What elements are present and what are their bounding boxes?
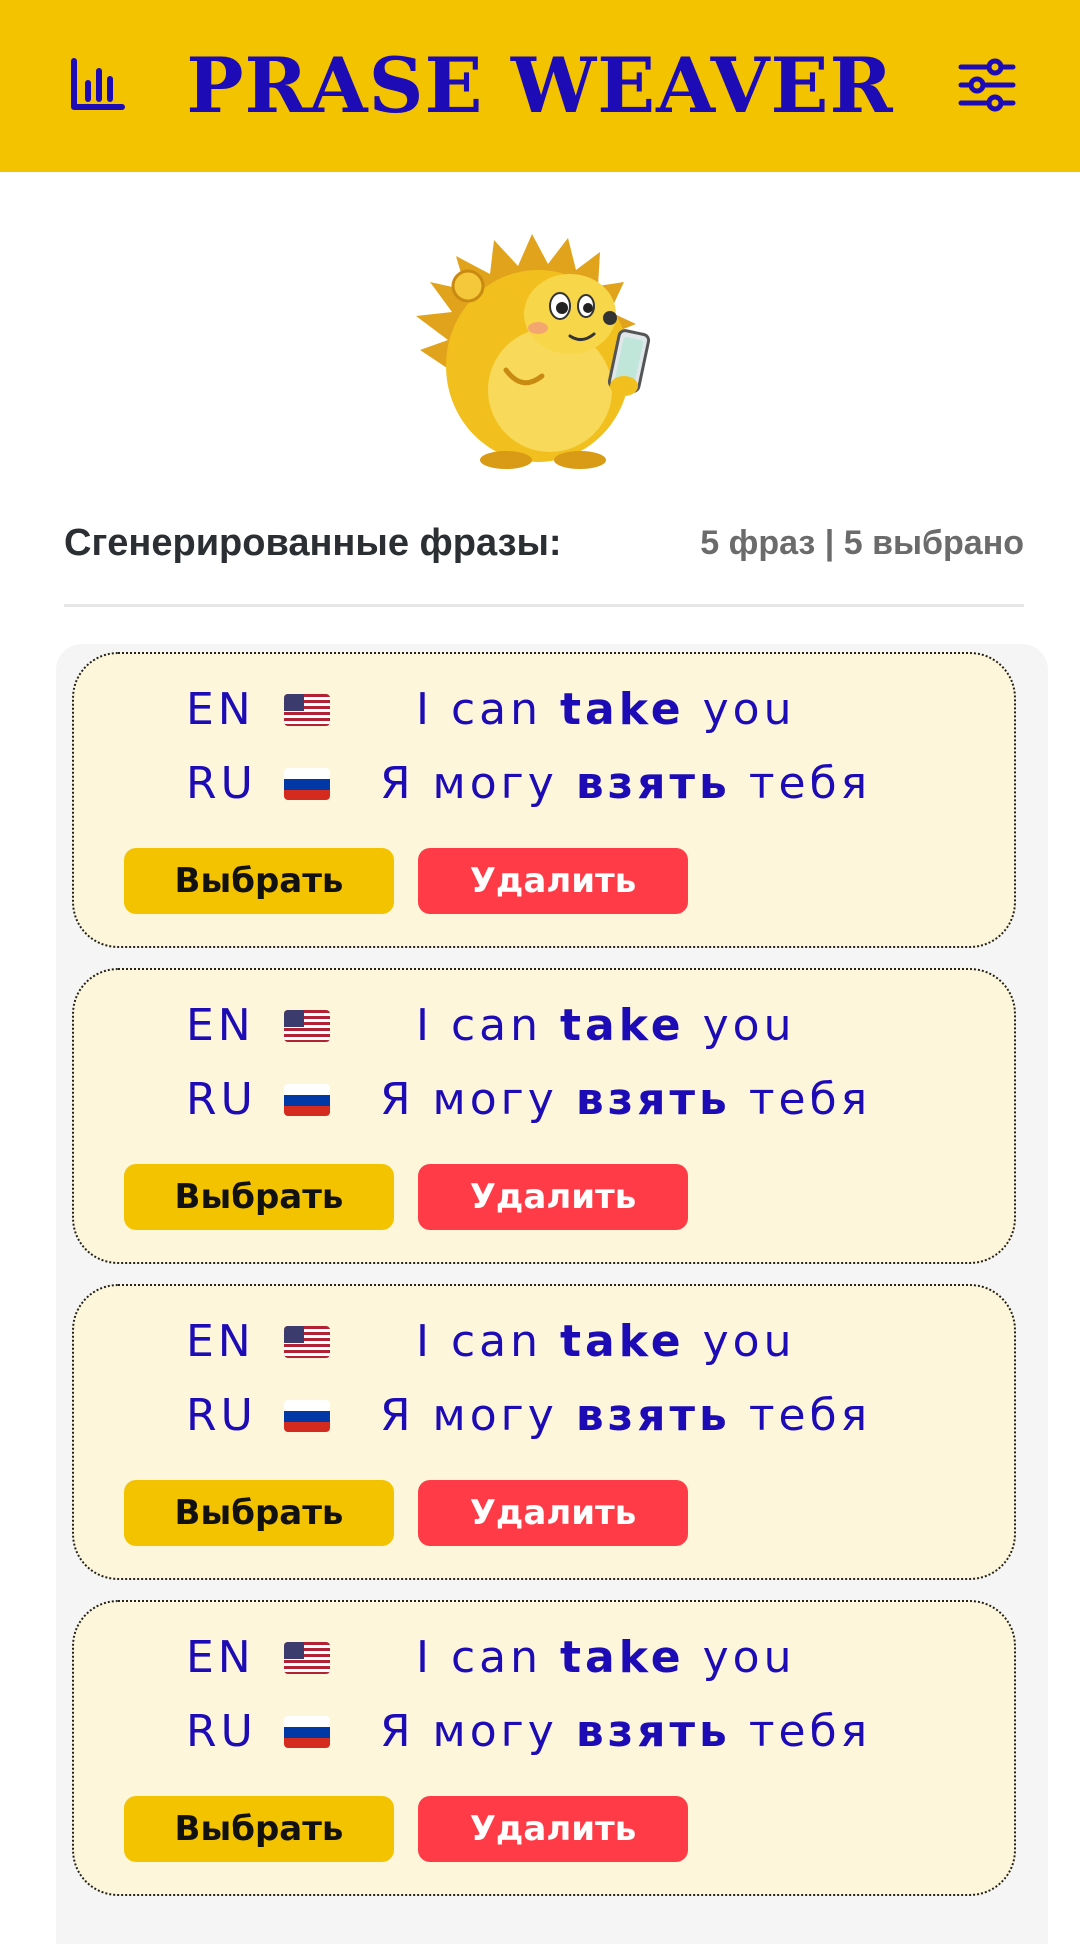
lang-code: EN xyxy=(186,1632,255,1683)
delete-button[interactable]: Удалить xyxy=(418,1480,688,1546)
russian-phrase: Я могу взять тебя xyxy=(380,758,872,809)
settings-button[interactable] xyxy=(950,48,1024,122)
english-phrase: I can take you xyxy=(416,1632,796,1683)
russian-phrase: Я могу взять тебя xyxy=(380,1074,872,1125)
english-phrase: I can take you xyxy=(416,1000,796,1051)
russian-phrase: Я могу взять тебя xyxy=(380,1390,872,1441)
us-flag-icon xyxy=(284,1326,330,1358)
russian-row: RU Я могу взять тебя xyxy=(74,1696,1018,1766)
lang-code: RU xyxy=(186,1706,257,1757)
generated-phrases-header: Сгенерированные фразы: 5 фраз | 5 выбран… xyxy=(64,512,1024,576)
phrase-card: EN I can take you RU Я могу взять тебя В… xyxy=(72,968,1016,1264)
app-header: PRASE WEAVER xyxy=(0,0,1080,172)
english-row: EN I can take you xyxy=(74,990,1018,1060)
english-phrase: I can take you xyxy=(416,684,796,735)
app-title: PRASE WEAVER xyxy=(186,41,894,130)
english-phrase: I can take you xyxy=(416,1316,796,1367)
keyword: take xyxy=(560,1000,685,1051)
english-row: EN I can take you xyxy=(74,1306,1018,1376)
russian-row: RU Я могу взять тебя xyxy=(74,748,1018,818)
delete-button[interactable]: Удалить xyxy=(418,1796,688,1862)
russian-row: RU Я могу взять тебя xyxy=(74,1064,1018,1134)
delete-button[interactable]: Удалить xyxy=(418,848,688,914)
select-button[interactable]: Выбрать xyxy=(124,1164,394,1230)
keyword: взять xyxy=(575,1390,731,1441)
ru-flag-icon xyxy=(284,1084,330,1116)
section-title: Сгенерированные фразы: xyxy=(64,522,562,564)
sliders-icon xyxy=(958,58,1016,112)
bar-chart-icon xyxy=(71,58,125,110)
phrase-count: 5 фраз | 5 выбрано xyxy=(700,524,1024,562)
us-flag-icon xyxy=(284,1010,330,1042)
hedgehog-mascot xyxy=(410,220,680,470)
phrase-card: EN I can take you RU Я могу взять тебя В… xyxy=(72,1600,1016,1896)
ru-flag-icon xyxy=(284,1716,330,1748)
hedgehog-icon xyxy=(416,234,651,469)
ru-flag-icon xyxy=(284,1400,330,1432)
stats-button[interactable] xyxy=(60,50,134,120)
lang-code: RU xyxy=(186,758,257,809)
keyword: взять xyxy=(575,758,731,809)
phrase-card: EN I can take you RU Я могу взять тебя В… xyxy=(72,652,1016,948)
keyword: take xyxy=(560,684,685,735)
lang-code: EN xyxy=(186,1000,255,1051)
delete-button[interactable]: Удалить xyxy=(418,1164,688,1230)
us-flag-icon xyxy=(284,1642,330,1674)
keyword: взять xyxy=(575,1706,731,1757)
phrase-card: EN I can take you RU Я могу взять тебя В… xyxy=(72,1284,1016,1580)
english-row: EN I can take you xyxy=(74,674,1018,744)
divider xyxy=(64,604,1024,607)
lang-code: RU xyxy=(186,1390,257,1441)
keyword: взять xyxy=(575,1074,731,1125)
select-button[interactable]: Выбрать xyxy=(124,1480,394,1546)
keyword: take xyxy=(560,1632,685,1683)
russian-row: RU Я могу взять тебя xyxy=(74,1380,1018,1450)
select-button[interactable]: Выбрать xyxy=(124,1796,394,1862)
keyword: take xyxy=(560,1316,685,1367)
select-button[interactable]: Выбрать xyxy=(124,848,394,914)
lang-code: RU xyxy=(186,1074,257,1125)
ru-flag-icon xyxy=(284,768,330,800)
us-flag-icon xyxy=(284,694,330,726)
lang-code: EN xyxy=(186,1316,255,1367)
lang-code: EN xyxy=(186,684,255,735)
russian-phrase: Я могу взять тебя xyxy=(380,1706,872,1757)
english-row: EN I can take you xyxy=(74,1622,1018,1692)
